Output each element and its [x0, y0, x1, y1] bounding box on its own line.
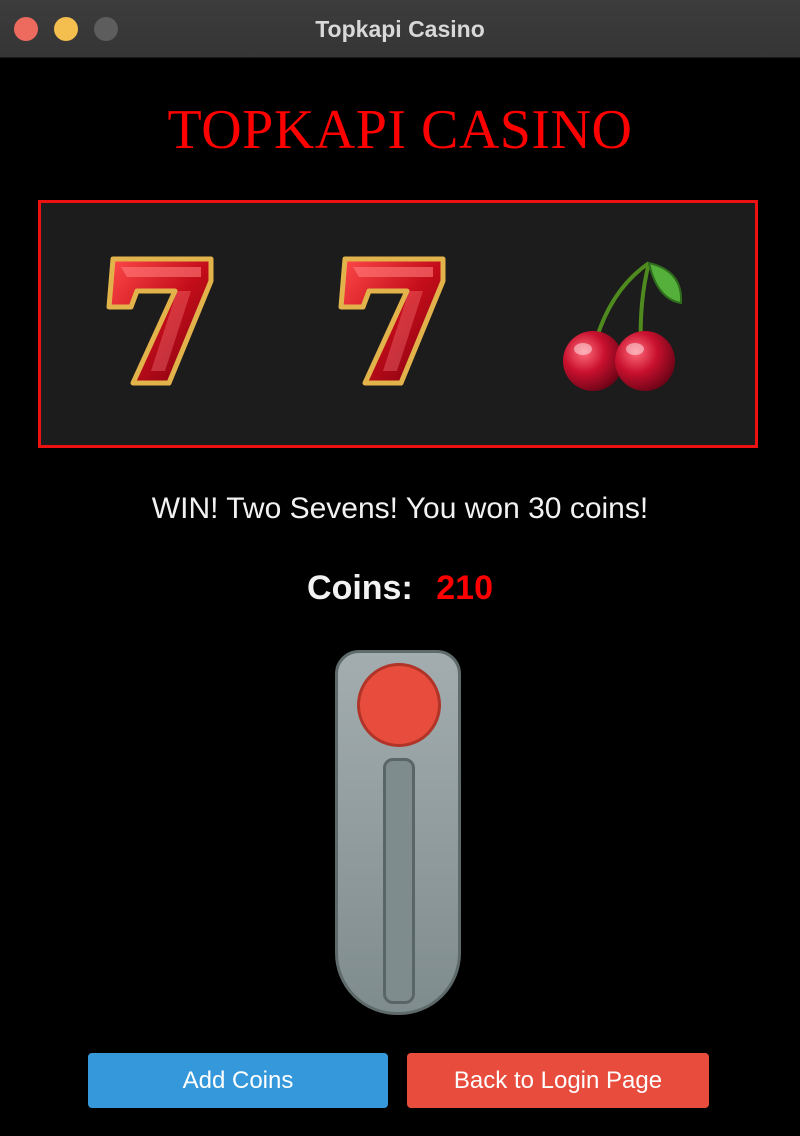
add-coins-button[interactable]: Add Coins [88, 1053, 388, 1108]
spin-lever[interactable] [335, 650, 461, 1015]
seven-icon [106, 256, 214, 386]
cherry-icon [563, 261, 683, 391]
reel-3 [553, 251, 693, 401]
spin-result-message: WIN! Two Sevens! You won 30 coins! [151, 492, 649, 525]
back-to-login-button[interactable]: Back to Login Page [407, 1053, 709, 1108]
coins-display: Coins: 210 [0, 569, 800, 608]
reel-1 [91, 251, 231, 401]
window-titlebar: Topkapi Casino [0, 0, 800, 58]
seven-icon [338, 256, 446, 386]
coins-label: Coins: [307, 569, 413, 607]
slot-reels [38, 200, 758, 448]
window-title: Topkapi Casino [315, 16, 485, 42]
casino-heading: TOPKAPI CASINO [167, 99, 633, 161]
lever-knob[interactable] [357, 663, 441, 747]
lever-slot [383, 758, 415, 1004]
coins-value: 210 [436, 569, 493, 607]
reel-2 [323, 251, 463, 401]
